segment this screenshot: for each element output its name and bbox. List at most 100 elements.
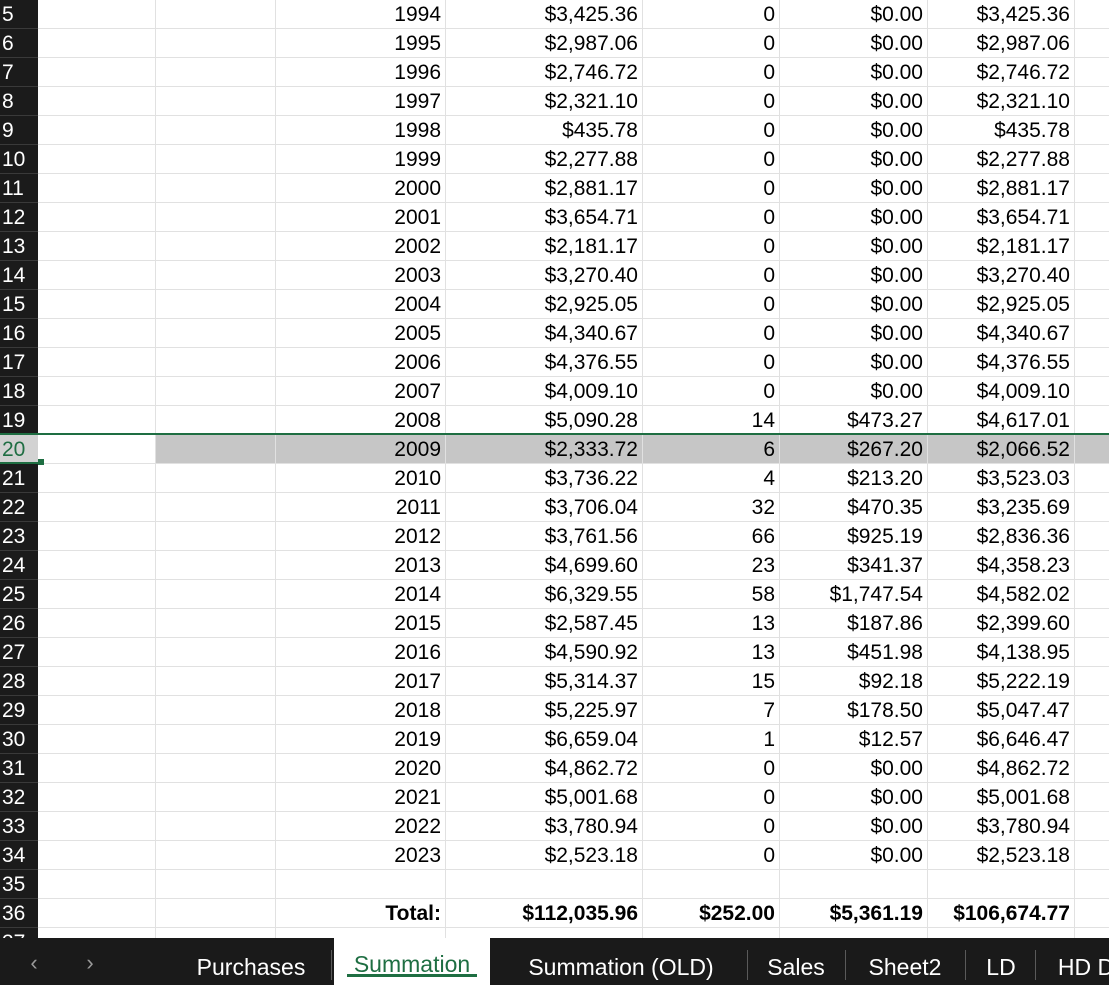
cell[interactable] xyxy=(156,783,276,812)
cell[interactable] xyxy=(1075,928,1109,938)
cell-year[interactable]: 2006 xyxy=(276,348,446,377)
cell-net[interactable]: $2,925.05 xyxy=(928,290,1075,319)
cell-deduct[interactable]: $0.00 xyxy=(780,174,928,203)
cell-count[interactable]: 0 xyxy=(643,319,780,348)
cell[interactable] xyxy=(1075,870,1109,899)
cell-count[interactable]: 0 xyxy=(643,841,780,870)
cell-deduct[interactable]: $473.27 xyxy=(780,406,928,435)
cell[interactable] xyxy=(38,812,156,841)
cell-year[interactable]: 2020 xyxy=(276,754,446,783)
cell-net[interactable]: $435.78 xyxy=(928,116,1075,145)
cell[interactable] xyxy=(156,841,276,870)
cell-count[interactable]: 0 xyxy=(643,174,780,203)
cell-count[interactable]: 0 xyxy=(643,232,780,261)
cell-count[interactable]: 6 xyxy=(643,435,780,464)
cell[interactable] xyxy=(38,58,156,87)
cell[interactable] xyxy=(156,696,276,725)
cell-net[interactable]: $4,009.10 xyxy=(928,377,1075,406)
cell-deduct[interactable]: $341.37 xyxy=(780,551,928,580)
cell-year[interactable]: 2003 xyxy=(276,261,446,290)
cell-amount[interactable]: $2,925.05 xyxy=(446,290,643,319)
cell-net[interactable]: $2,277.88 xyxy=(928,145,1075,174)
cell[interactable] xyxy=(38,29,156,58)
cell-count[interactable]: 23 xyxy=(643,551,780,580)
cell[interactable] xyxy=(156,406,276,435)
row-header[interactable]: 14 xyxy=(0,261,38,290)
cell-net[interactable]: $4,376.55 xyxy=(928,348,1075,377)
cell-amount[interactable]: $5,225.97 xyxy=(446,696,643,725)
cell-amount[interactable]: $5,090.28 xyxy=(446,406,643,435)
cell[interactable] xyxy=(1075,464,1109,493)
cell-net[interactable] xyxy=(928,870,1075,899)
cell[interactable] xyxy=(1075,812,1109,841)
cell[interactable] xyxy=(38,928,156,938)
cell[interactable] xyxy=(156,58,276,87)
cell[interactable] xyxy=(156,203,276,232)
cell-year[interactable]: 2007 xyxy=(276,377,446,406)
cell-year[interactable]: 2004 xyxy=(276,290,446,319)
cell[interactable] xyxy=(156,493,276,522)
cell-deduct[interactable]: $0.00 xyxy=(780,203,928,232)
cell[interactable] xyxy=(156,464,276,493)
cell[interactable] xyxy=(156,87,276,116)
row-header[interactable]: 15 xyxy=(0,290,38,319)
cell[interactable] xyxy=(156,145,276,174)
cell-net[interactable]: $4,358.23 xyxy=(928,551,1075,580)
cell[interactable] xyxy=(1075,290,1109,319)
cell-amount[interactable]: $2,333.72 xyxy=(446,435,643,464)
cell-net[interactable]: $5,047.47 xyxy=(928,696,1075,725)
row-header[interactable]: 12 xyxy=(0,203,38,232)
cell-year[interactable] xyxy=(276,928,446,938)
cell-year[interactable]: 2001 xyxy=(276,203,446,232)
cell-deduct[interactable]: $925.19 xyxy=(780,522,928,551)
chevron-right-icon[interactable]: › xyxy=(70,938,110,985)
cell[interactable] xyxy=(156,377,276,406)
cell[interactable] xyxy=(1075,522,1109,551)
cell-count[interactable]: 0 xyxy=(643,58,780,87)
cell-year[interactable]: Total: xyxy=(276,899,446,928)
cell-amount[interactable]: $4,340.67 xyxy=(446,319,643,348)
row-header[interactable]: 33 xyxy=(0,812,38,841)
cell[interactable] xyxy=(1075,377,1109,406)
cell[interactable] xyxy=(156,870,276,899)
row-header[interactable]: 19 xyxy=(0,406,38,435)
cell[interactable] xyxy=(1075,203,1109,232)
cell-net[interactable]: $4,582.02 xyxy=(928,580,1075,609)
cell-year[interactable]: 1999 xyxy=(276,145,446,174)
cell-amount[interactable]: $4,009.10 xyxy=(446,377,643,406)
cell[interactable] xyxy=(38,406,156,435)
cell[interactable] xyxy=(156,290,276,319)
cell-amount[interactable]: $5,001.68 xyxy=(446,783,643,812)
cell[interactable] xyxy=(1075,754,1109,783)
cell-net[interactable]: $106,674.77 xyxy=(928,899,1075,928)
row-header[interactable]: 30 xyxy=(0,725,38,754)
cell-year[interactable]: 2009 xyxy=(276,435,446,464)
cell[interactable] xyxy=(38,493,156,522)
cell[interactable] xyxy=(38,667,156,696)
sheet-tab[interactable]: Sales xyxy=(748,938,844,985)
cell[interactable] xyxy=(156,522,276,551)
cell-deduct[interactable] xyxy=(780,928,928,938)
sheet-tab[interactable]: Summation (OLD) xyxy=(494,938,748,985)
cell-net[interactable]: $5,222.19 xyxy=(928,667,1075,696)
cell-amount[interactable]: $3,706.04 xyxy=(446,493,643,522)
cell[interactable] xyxy=(1075,0,1109,29)
cell-amount[interactable]: $3,780.94 xyxy=(446,812,643,841)
cell[interactable] xyxy=(156,29,276,58)
cell-deduct[interactable]: $178.50 xyxy=(780,696,928,725)
cell[interactable] xyxy=(1075,406,1109,435)
cell[interactable] xyxy=(38,145,156,174)
cell-count[interactable]: 0 xyxy=(643,29,780,58)
row-header[interactable]: 8 xyxy=(0,87,38,116)
cell-net[interactable]: $3,780.94 xyxy=(928,812,1075,841)
cell[interactable] xyxy=(38,580,156,609)
cell[interactable] xyxy=(38,87,156,116)
cell-count[interactable]: 0 xyxy=(643,290,780,319)
cell[interactable] xyxy=(38,609,156,638)
cell-deduct[interactable]: $0.00 xyxy=(780,58,928,87)
cell-year[interactable]: 2021 xyxy=(276,783,446,812)
cell[interactable] xyxy=(1075,232,1109,261)
cell-count[interactable]: 66 xyxy=(643,522,780,551)
cell-count[interactable]: 14 xyxy=(643,406,780,435)
cell[interactable] xyxy=(156,638,276,667)
